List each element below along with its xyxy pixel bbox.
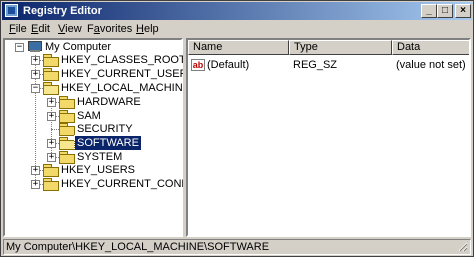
menu-edit[interactable]: Edit [28,22,53,36]
value-name: (Default) [207,59,250,71]
maximize-icon: □ [441,5,449,16]
tree-node-label: My Computer [45,41,112,53]
column-header-type[interactable]: Type [289,40,392,55]
tree-node-my-computer[interactable]: − My Computer [9,40,179,54]
expand-icon[interactable]: + [31,70,40,79]
tree-node-label: HARDWARE [77,96,141,108]
expand-icon[interactable]: + [31,180,40,189]
tree-node-software[interactable]: + SOFTWARE [41,135,171,151]
folder-icon [59,151,75,164]
tree-node-label: SAM [77,110,101,122]
window-title: Registry Editor [23,5,102,17]
value-type: REG_SZ [293,59,338,71]
list-item[interactable]: ab (Default) REG_SZ (value not set) [188,58,469,72]
tree-node-label: SYSTEM [77,151,123,163]
tree-node-label: HKEY_CURRENT_USER [61,68,188,80]
folder-icon [43,68,59,81]
folder-icon [59,110,75,123]
tree-node-label: HKEY_CLASSES_ROOT [61,54,186,66]
client-area: − My Computer + HKEY_CLASSES_ROOT + HKEY… [3,38,471,237]
expand-icon[interactable]: + [47,112,56,121]
key-tree-pane[interactable]: − My Computer + HKEY_CLASSES_ROOT + HKEY… [3,38,200,237]
status-path: My Computer\HKEY_LOCAL_MACHINE\SOFTWARE [6,241,270,253]
folder-icon [43,54,59,67]
tree-node-label: SECURITY [77,123,133,135]
registry-editor-window: Registry Editor _ □ × File Edit View Fav… [0,0,474,257]
column-header-name[interactable]: Name [188,40,289,55]
collapse-icon[interactable]: − [15,43,24,52]
minimize-button[interactable]: _ [421,4,437,18]
folder-icon [59,123,75,136]
tree-node-label: HKEY_LOCAL_MACHINE [61,82,190,94]
tree-node-hkey-local-machine[interactable]: − HKEY_LOCAL_MACHINE [25,81,190,95]
menu-favorites[interactable]: Favorites [84,22,135,36]
tree-node-hkey-current-user[interactable]: + HKEY_CURRENT_USER [25,67,188,81]
menu-help[interactable]: Help [133,22,162,36]
folder-icon [59,96,75,109]
tree-node-hkey-users[interactable]: + HKEY_USERS [25,163,175,177]
expand-icon[interactable]: + [47,98,56,107]
menu-file[interactable]: File [6,22,30,36]
tree-node-hkey-current-config[interactable]: + HKEY_CURRENT_CONFIG [25,177,200,191]
menu-view[interactable]: View [55,22,85,36]
value-data: (value not set) [396,59,466,71]
expand-icon[interactable]: + [47,153,56,162]
open-folder-icon [43,82,59,95]
expand-icon[interactable]: + [47,139,56,148]
string-value-icon: ab [191,59,205,71]
expand-icon[interactable]: + [31,56,40,65]
tree-node-system[interactable]: + SYSTEM [41,150,171,164]
tree-node-label-selected: SOFTWARE [74,135,142,151]
column-header-data[interactable]: Data [392,40,469,55]
registry-app-icon[interactable] [5,4,18,17]
close-icon: × [460,5,466,16]
folder-icon [43,178,59,191]
tree-node-label: HKEY_CURRENT_CONFIG [61,178,200,190]
folder-icon [43,164,59,177]
expand-icon[interactable]: + [31,166,40,175]
close-button[interactable]: × [455,4,471,18]
collapse-icon[interactable]: − [31,84,40,93]
maximize-button[interactable]: □ [437,4,453,18]
computer-icon [27,41,43,53]
status-bar: My Computer\HKEY_LOCAL_MACHINE\SOFTWARE [3,239,471,255]
tree-node-security[interactable]: SECURITY [41,122,171,136]
tree-node-sam[interactable]: + SAM [41,109,171,123]
minimize-icon: _ [426,5,432,16]
tree-node-hkey-classes-root[interactable]: + HKEY_CLASSES_ROOT [25,53,186,67]
menu-bar: File Edit View Favorites Help [3,21,471,37]
tree-node-label: HKEY_USERS [61,164,135,176]
open-folder-icon [59,137,75,150]
values-list-pane[interactable]: Name Type Data ab (Default) REG_SZ (valu… [186,38,471,237]
title-bar[interactable]: Registry Editor _ □ × [2,2,472,20]
tree-node-hardware[interactable]: + HARDWARE [41,95,171,109]
resize-grip-icon[interactable] [458,242,468,252]
